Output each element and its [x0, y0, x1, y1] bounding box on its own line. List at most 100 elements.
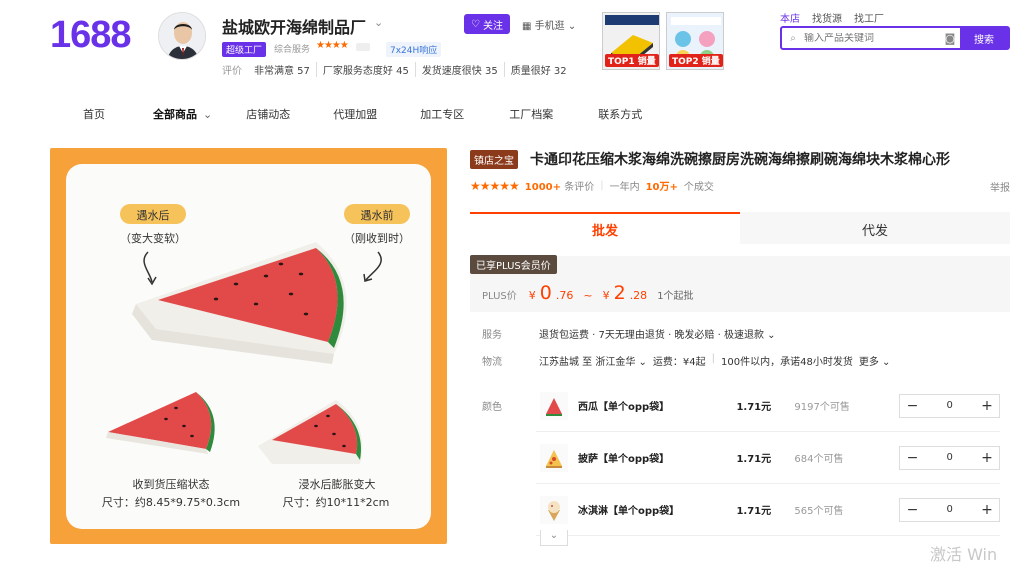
- site-logo[interactable]: 1688: [50, 14, 132, 57]
- camera-icon[interactable]: ◙: [940, 32, 960, 45]
- expand-sku-chevron-icon[interactable]: ⌄: [540, 530, 568, 546]
- sku-price: 1.71元: [736, 454, 772, 465]
- price-high-dec: .28: [629, 289, 648, 302]
- price-box: 已享PLUS会员价 PLUS价 ¥ 0 .76 ~ ¥ 2 .28 1个起批: [470, 255, 1010, 312]
- divider: |: [711, 353, 716, 364]
- caption-compressed-size: 尺寸：约8.45*9.75*0.3cm: [101, 496, 241, 509]
- logistics-route[interactable]: 江苏盐城 至 浙江金华 ⌄: [539, 353, 647, 368]
- quantity-stepper: − 0 +: [899, 393, 1000, 418]
- sku-row-pizza: 披萨【单个opp袋】 1.71元 684个可售 − 0 +: [536, 432, 1000, 484]
- logistics-row-label: 物流: [482, 357, 502, 368]
- label-after-water: 遇水后: [136, 209, 170, 222]
- review-count: 1000+: [524, 182, 562, 193]
- product-title: 卡通印花压缩木浆海绵洗碗擦厨房洗碗海绵擦刷碗海绵块木浆棉心形: [530, 152, 950, 168]
- search-tab-store[interactable]: 本店: [780, 10, 800, 25]
- plus-button[interactable]: +: [975, 398, 999, 414]
- min-order-qty: 1个起批: [657, 291, 694, 302]
- chevron-down-icon: ⌄: [203, 107, 213, 121]
- nav-all-products-label: 全部商品: [153, 108, 197, 121]
- period-label: 一年内: [609, 182, 640, 193]
- tab-wholesale[interactable]: 批发: [470, 212, 740, 244]
- logistics-more[interactable]: 更多 ⌄: [859, 353, 891, 368]
- color-row-label: 颜色: [482, 402, 502, 413]
- service-row-label: 服务: [482, 330, 502, 341]
- sku-stock: 9197个可售: [794, 402, 850, 413]
- label-before-water: 遇水前: [360, 209, 394, 222]
- nav-processing[interactable]: 加工专区: [420, 100, 464, 128]
- mobile-link[interactable]: ▦ 手机逛 ⌄: [522, 17, 576, 32]
- top1-product-thumb[interactable]: TOP1 销量: [602, 12, 660, 70]
- plus-price-label: PLUS价: [482, 291, 517, 302]
- caption-expanded: 浸水后膨胀变大: [298, 478, 376, 491]
- sku-stock: 684个可售: [794, 454, 844, 465]
- rating-item: 发货速度很快 35: [416, 62, 505, 77]
- minus-button[interactable]: −: [900, 450, 924, 466]
- plus-button[interactable]: +: [975, 450, 999, 466]
- rating-item: 质量很好 32: [510, 66, 567, 77]
- currency-symbol: ¥: [528, 289, 536, 302]
- search-input[interactable]: [804, 32, 940, 44]
- factory-badge: 超级工厂: [222, 42, 267, 57]
- sku-name: 西瓜【单个opp袋】: [578, 402, 670, 413]
- quantity-value[interactable]: 0: [924, 452, 975, 463]
- minus-button[interactable]: −: [900, 398, 924, 414]
- chevron-down-icon: ⌄: [567, 21, 577, 32]
- minus-button[interactable]: −: [900, 502, 924, 518]
- search-tab-source[interactable]: 找货源: [812, 10, 842, 25]
- pizza-thumb-icon[interactable]: [540, 443, 568, 472]
- nav-agency[interactable]: 代理加盟: [333, 100, 377, 128]
- treasure-tag: 镇店之宝: [470, 150, 518, 169]
- search-tabs: 本店 找货源 找工厂: [780, 10, 884, 25]
- shop-ratings: 评价 非常满意 57 厂家服务态度好 45 发货速度很快 35 质量很好 32: [222, 62, 573, 77]
- watermelon-thumb-icon[interactable]: [540, 391, 568, 420]
- report-link[interactable]: 举报: [990, 179, 1010, 194]
- search-button[interactable]: 搜索: [960, 27, 1008, 49]
- price-high-int: 2: [613, 282, 626, 304]
- nav-news[interactable]: 店铺动态: [246, 100, 290, 128]
- service-bar: [356, 43, 370, 51]
- shop-avatar[interactable]: [158, 12, 206, 60]
- quantity-value[interactable]: 0: [924, 504, 975, 515]
- quantity-value[interactable]: 0: [924, 400, 975, 411]
- shop-name[interactable]: 盐城欧开海绵制品厂: [222, 14, 366, 38]
- logistics-promise: 100件以内，承诺48小时发货: [721, 357, 853, 368]
- top2-product-thumb[interactable]: TOP2 销量: [666, 12, 724, 70]
- sold-suffix: 个成交: [683, 182, 714, 193]
- logistics-row-value: 江苏盐城 至 浙江金华 ⌄ 运费：¥4起 | 100件以内，承诺48小时发货 更…: [539, 353, 890, 368]
- mobile-label: 手机逛: [534, 21, 565, 32]
- nav-home[interactable]: 首页: [83, 100, 105, 128]
- sku-name: 披萨【单个opp袋】: [578, 454, 670, 465]
- follow-label: 关注: [482, 20, 503, 32]
- review-link[interactable]: 1000+ 条评价: [525, 178, 594, 193]
- sub-before-water: （刚收到时）: [344, 232, 410, 245]
- review-suffix: 条评价: [564, 182, 595, 193]
- sku-name: 冰淇淋【单个opp袋】: [578, 506, 680, 517]
- service-stars: ★★★★: [316, 40, 349, 51]
- icecream-thumb-icon[interactable]: [540, 495, 568, 524]
- sku-stock: 565个可售: [794, 506, 844, 517]
- quantity-stepper: − 0 +: [899, 445, 1000, 470]
- plus-member-tag: 已享PLUS会员价: [470, 255, 557, 274]
- rating-item: 厂家服务态度好 45: [317, 62, 416, 77]
- currency-symbol: ¥: [602, 289, 610, 302]
- sold-count: 10万+: [645, 182, 678, 193]
- top2-tag: TOP2 销量: [669, 54, 723, 67]
- product-image-card: 遇水后 （变大变软） 遇水前 （刚收到时） 收到货压缩状态 尺寸：约8.45*9…: [66, 164, 431, 529]
- reply-badge: 7x24H响应: [386, 42, 442, 57]
- product-main-image[interactable]: 遇水后 （变大变软） 遇水前 （刚收到时） 收到货压缩状态 尺寸：约8.45*9…: [50, 148, 447, 544]
- quantity-stepper: − 0 +: [899, 497, 1000, 522]
- service-row-value[interactable]: 退货包运费 · 7天无理由退货 · 晚发必赔 · 极速退款 ⌄: [539, 326, 776, 341]
- sku-price: 1.71元: [736, 402, 772, 413]
- chevron-down-icon[interactable]: ⌄: [374, 16, 383, 29]
- tab-dropship[interactable]: 代发: [740, 212, 1010, 244]
- nav-contact[interactable]: 联系方式: [598, 100, 642, 128]
- nav-factory-profile[interactable]: 工厂档案: [509, 100, 553, 128]
- search-tab-factory[interactable]: 找工厂: [854, 10, 884, 25]
- logistics-fee: 运费：¥4起: [652, 357, 706, 368]
- nav-all-products[interactable]: 全部商品 ⌄: [153, 100, 212, 128]
- heart-icon: ♡: [471, 18, 480, 30]
- avatar-portrait-icon: [159, 13, 205, 59]
- purchase-tabs: 批发 代发: [470, 212, 1010, 244]
- plus-button[interactable]: +: [975, 502, 999, 518]
- follow-button[interactable]: ♡ 关注: [464, 14, 510, 34]
